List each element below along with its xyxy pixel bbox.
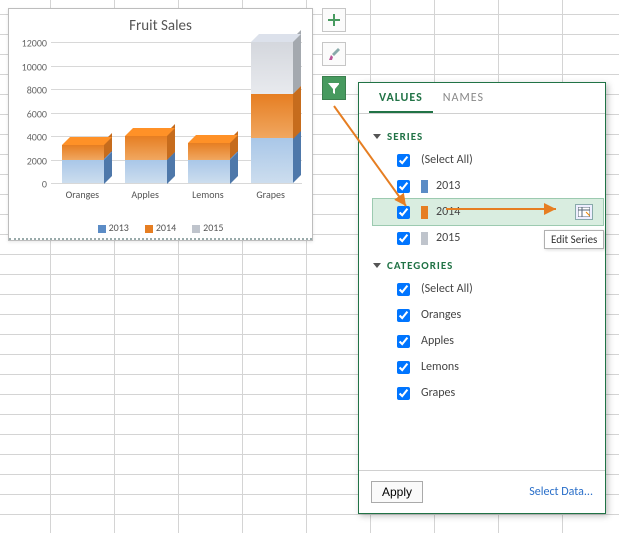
y-tick-label: 6000 — [27, 107, 47, 120]
item-label: 2013 — [436, 179, 460, 193]
y-tick-label: 0 — [42, 178, 47, 191]
checkbox[interactable] — [397, 232, 410, 245]
edit-series-button[interactable] — [575, 204, 593, 220]
legend-item[interactable]: 2013 — [98, 221, 129, 234]
caret-down-icon — [373, 263, 381, 268]
series-group-label: SERIES — [387, 130, 423, 143]
y-tick-label: 4000 — [27, 131, 47, 144]
x-tick-label: Apples — [114, 188, 177, 206]
categories-group-header[interactable]: CATEGORIES — [373, 259, 603, 272]
y-tick-label: 2000 — [27, 154, 47, 167]
select-data-link[interactable]: Select Data... — [529, 485, 593, 499]
checkbox[interactable] — [397, 387, 410, 400]
x-axis-labels: OrangesApplesLemonsGrapes — [51, 188, 302, 206]
x-tick-label: Oranges — [51, 188, 114, 206]
tab-values[interactable]: VALUES — [369, 83, 433, 113]
checkbox[interactable] — [397, 335, 410, 348]
item-label: 2014 — [436, 205, 460, 219]
item-label: (Select All) — [421, 153, 473, 167]
checkbox[interactable] — [397, 309, 410, 322]
checkbox[interactable] — [397, 283, 410, 296]
chart-container[interactable]: Fruit Sales 020004000600080001000012000 … — [8, 8, 313, 241]
chart-styles-button[interactable] — [322, 42, 346, 66]
x-tick-label: Grapes — [239, 188, 302, 206]
plot-area — [51, 45, 302, 184]
series-color-swatch — [421, 232, 428, 245]
y-tick-label: 10000 — [22, 60, 47, 73]
series-item-2013[interactable]: 2013 — [373, 173, 603, 199]
legend-item[interactable]: 2014 — [145, 221, 176, 234]
category-item-lemons[interactable]: Lemons — [373, 354, 603, 380]
chart-title: Fruit Sales — [9, 17, 312, 35]
category-item-grapes[interactable]: Grapes — [373, 380, 603, 406]
y-tick-label: 12000 — [22, 37, 47, 50]
series-item-2014[interactable]: 2014 — [373, 199, 603, 225]
chart-elements-button[interactable] — [322, 8, 346, 32]
chart-filters-button[interactable] — [322, 76, 346, 100]
brush-icon — [327, 47, 341, 61]
item-label: (Select All) — [421, 282, 473, 296]
item-label: Lemons — [421, 360, 459, 374]
series-select-all[interactable]: (Select All) — [373, 147, 603, 173]
x-tick-label: Lemons — [177, 188, 240, 206]
checkbox[interactable] — [397, 154, 410, 167]
series-color-swatch — [421, 180, 428, 193]
filter-footer: Apply Select Data... — [359, 470, 605, 513]
caret-down-icon — [373, 134, 381, 139]
item-label: Apples — [421, 334, 454, 348]
plus-icon — [328, 14, 340, 26]
category-item-apples[interactable]: Apples — [373, 328, 603, 354]
apply-button[interactable]: Apply — [371, 481, 423, 503]
filter-tabs: VALUES NAMES — [359, 83, 605, 114]
item-label: 2015 — [436, 231, 460, 245]
item-label: Grapes — [421, 386, 455, 400]
tab-names[interactable]: NAMES — [433, 83, 494, 113]
checkbox[interactable] — [397, 180, 410, 193]
legend-item[interactable]: 2015 — [192, 221, 223, 234]
chart-filters-panel: VALUES NAMES SERIES (Select All) 2013 2014… — [358, 82, 606, 514]
category-item-oranges[interactable]: Oranges — [373, 302, 603, 328]
edit-series-tooltip: Edit Series — [544, 230, 604, 249]
series-group-header[interactable]: SERIES — [373, 130, 603, 143]
y-axis: 020004000600080001000012000 — [11, 45, 51, 184]
checkbox[interactable] — [397, 361, 410, 374]
series-color-swatch — [421, 206, 428, 219]
item-label: Oranges — [421, 308, 461, 322]
table-icon — [578, 207, 590, 217]
y-tick-label: 8000 — [27, 84, 47, 97]
categories-select-all[interactable]: (Select All) — [373, 276, 603, 302]
filter-tree: SERIES (Select All) 2013 2014 2015 CATEGORI… — [359, 114, 605, 470]
legend: 2013 2014 2015 — [9, 221, 312, 234]
checkbox[interactable] — [397, 206, 410, 219]
funnel-icon — [327, 81, 341, 95]
categories-group-label: CATEGORIES — [387, 259, 453, 272]
chart-tool-buttons — [322, 8, 346, 110]
